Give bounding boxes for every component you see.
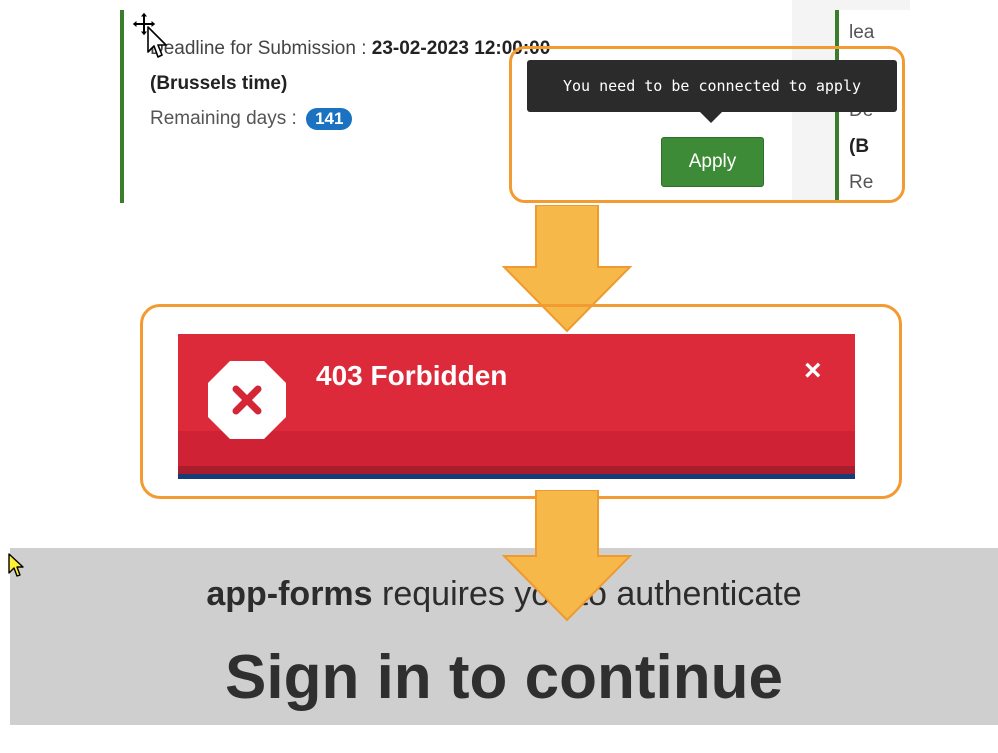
remaining-days-label: Remaining days : [150, 108, 303, 129]
app-name: app-forms [206, 575, 373, 613]
down-arrow-icon [502, 490, 632, 622]
timezone-label: (Brussels time) [150, 73, 288, 94]
tooltip-pointer [700, 112, 722, 123]
banner-shadow [178, 466, 855, 474]
yellow-cursor-icon [8, 553, 24, 577]
error-title: 403 Forbidden [316, 360, 508, 391]
remaining-days-badge: 141 [306, 108, 353, 130]
close-icon[interactable]: × [804, 356, 822, 386]
apply-tooltip: You need to be connected to apply [527, 60, 897, 112]
next-card-fragment: lea [849, 22, 875, 43]
deadline-line: Deadline for Submission : 23-02-2023 12:… [150, 38, 550, 60]
remaining-days-line: Remaining days : 141 [150, 108, 353, 130]
deadline-label: Deadline for Submission : [150, 38, 372, 59]
arrow-cursor-icon [147, 26, 167, 58]
stop-error-icon [208, 361, 286, 439]
signin-title: Sign in to continue [225, 643, 783, 712]
apply-button[interactable]: Apply [661, 137, 764, 187]
banner-underline [178, 474, 855, 479]
